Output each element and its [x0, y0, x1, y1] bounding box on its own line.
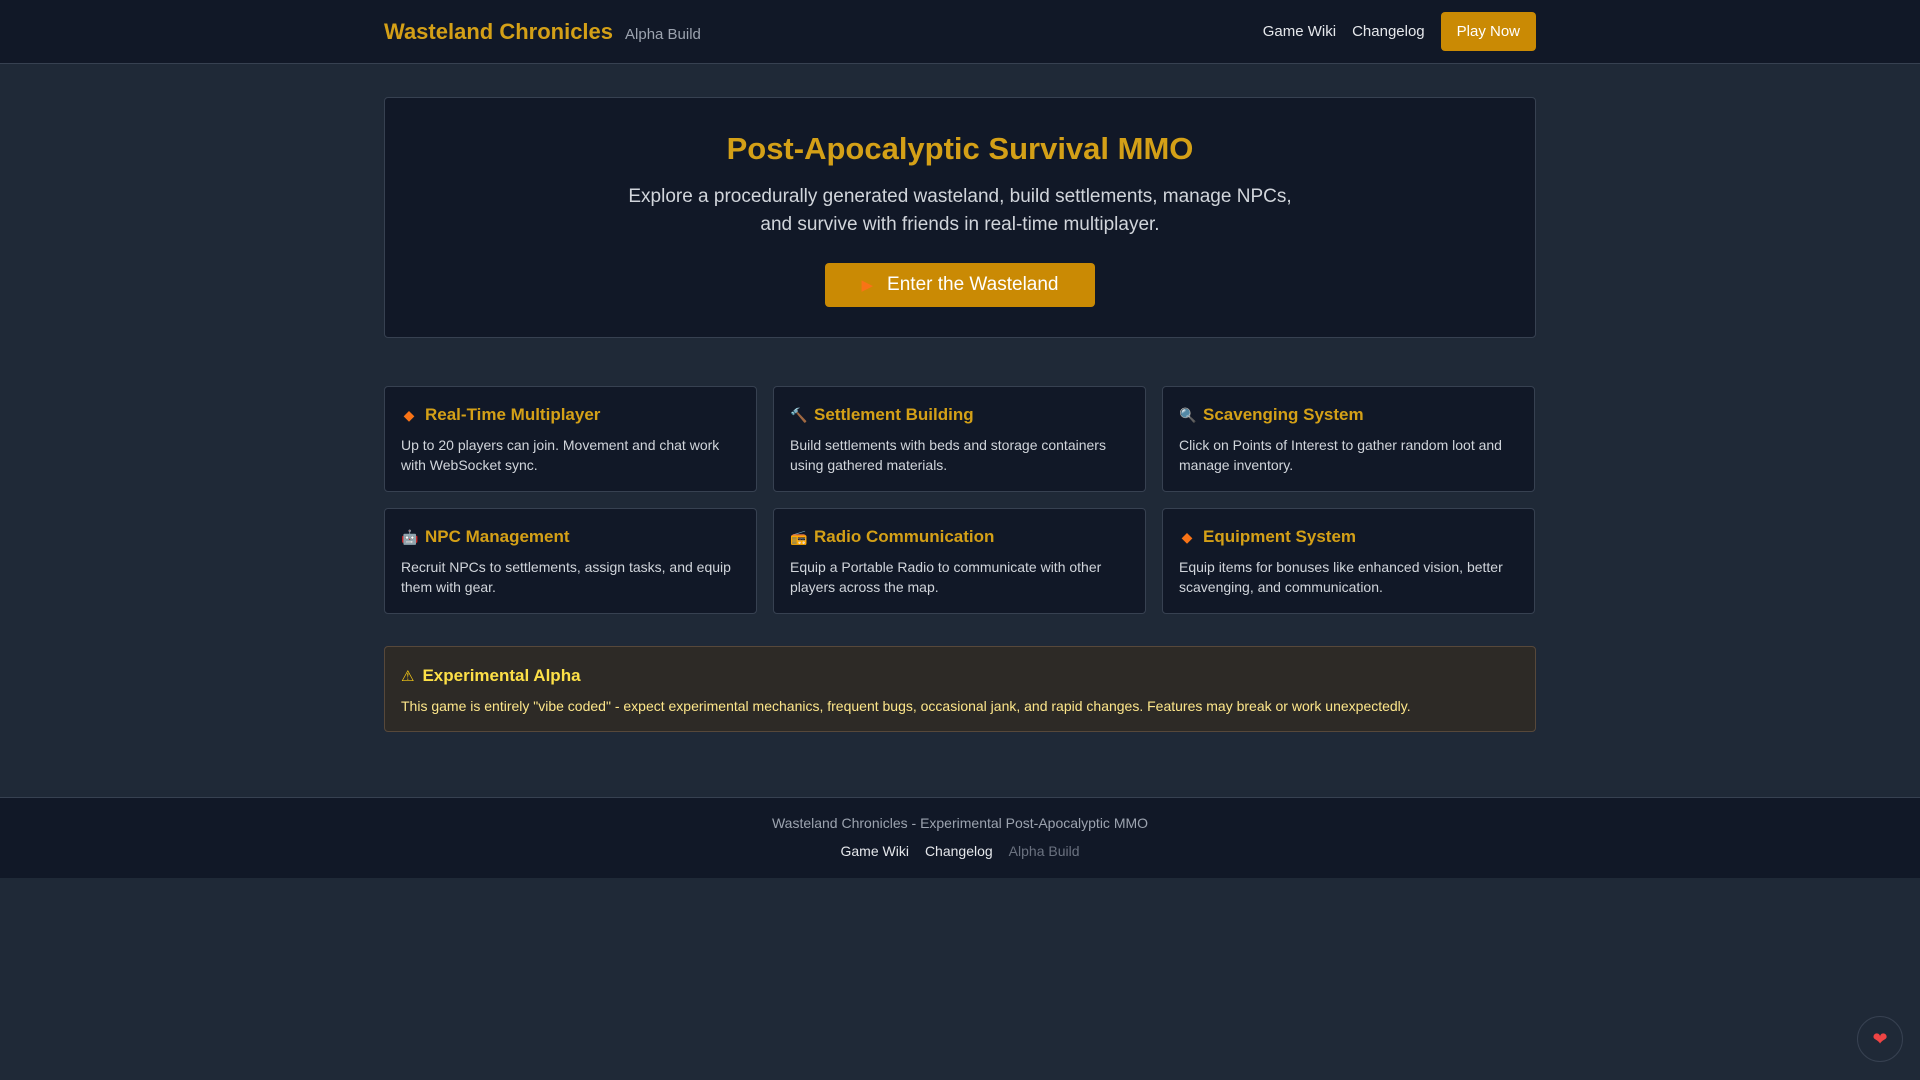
- feature-card-radio: 📻 Radio Communication Equip a Portable R…: [773, 508, 1146, 614]
- nav-link-changelog[interactable]: Changelog: [1352, 23, 1425, 40]
- footer-build-label: Alpha Build: [1008, 843, 1080, 859]
- brand-title[interactable]: Wasteland Chronicles: [384, 19, 613, 45]
- experimental-alert: ⚠ Experimental Alpha This game is entire…: [384, 646, 1536, 732]
- nav-links: Game Wiki Changelog Play Now: [1263, 12, 1536, 51]
- heart-button[interactable]: ❤: [1857, 1016, 1903, 1062]
- feature-card-multiplayer: ◆ Real-Time Multiplayer Up to 20 players…: [384, 386, 757, 492]
- hero-description-line-2: and survive with friends in real-time mu…: [760, 214, 1160, 235]
- feature-title: Settlement Building: [814, 405, 974, 424]
- play-now-button[interactable]: Play Now: [1440, 12, 1536, 51]
- footer-link-game-wiki[interactable]: Game Wiki: [840, 843, 908, 859]
- feature-card-header: ◆ Equipment System: [1179, 527, 1518, 547]
- hammer-icon: 🔨: [790, 406, 808, 423]
- feature-description: Recruit NPCs to settlements, assign task…: [401, 559, 731, 595]
- play-icon: ▶: [861, 277, 874, 294]
- brand-subtitle: Alpha Build: [625, 25, 701, 43]
- warning-icon: ⚠: [401, 668, 415, 685]
- alert-title: Experimental Alpha: [422, 666, 581, 685]
- magnifier-icon: 🔍: [1179, 406, 1197, 423]
- diamond-icon: ◆: [1181, 528, 1193, 545]
- main-content: Post-Apocalyptic Survival MMO Explore a …: [384, 97, 1536, 732]
- feature-title: Equipment System: [1203, 527, 1357, 546]
- feature-description: Equip a Portable Radio to communicate wi…: [790, 559, 1102, 595]
- heart-icon: ❤: [1872, 1028, 1888, 1049]
- feature-description: Click on Points of Interest to gather ra…: [1179, 437, 1502, 473]
- features-grid: ◆ Real-Time Multiplayer Up to 20 players…: [384, 386, 1536, 614]
- alert-description: This game is entirely "vibe coded" - exp…: [401, 698, 1411, 714]
- feature-card-header: 🔍 Scavenging System: [1179, 405, 1518, 425]
- radio-icon: 📻: [790, 528, 808, 545]
- enter-wasteland-label: Enter the Wasteland: [887, 274, 1059, 295]
- robot-icon: 🤖: [401, 528, 419, 545]
- hero-description-line-1: Explore a procedurally generated wastela…: [628, 186, 1292, 207]
- diamond-icon: ◆: [403, 406, 415, 423]
- feature-card-header: 🤖 NPC Management: [401, 527, 740, 547]
- footer: Wasteland Chronicles - Experimental Post…: [0, 797, 1920, 878]
- feature-description: Up to 20 players can join. Movement and …: [401, 437, 720, 473]
- navbar-inner: Wasteland Chronicles Alpha Build Game Wi…: [384, 12, 1536, 51]
- brand: Wasteland Chronicles Alpha Build: [384, 19, 701, 45]
- top-navbar: Wasteland Chronicles Alpha Build Game Wi…: [0, 0, 1920, 64]
- hero-panel: Post-Apocalyptic Survival MMO Explore a …: [384, 97, 1536, 338]
- feature-card-header: 📻 Radio Communication: [790, 527, 1129, 547]
- feature-description: Equip items for bonuses like enhanced vi…: [1179, 559, 1503, 595]
- feature-card-npc: 🤖 NPC Management Recruit NPCs to settlem…: [384, 508, 757, 614]
- enter-wasteland-button[interactable]: ▶ Enter the Wasteland: [825, 263, 1095, 307]
- feature-card-header: ◆ Real-Time Multiplayer: [401, 405, 740, 425]
- feature-card-header: 🔨 Settlement Building: [790, 405, 1129, 425]
- footer-link-changelog[interactable]: Changelog: [925, 843, 993, 859]
- feature-title: NPC Management: [425, 527, 570, 546]
- footer-tagline: Wasteland Chronicles - Experimental Post…: [771, 815, 1149, 831]
- alert-header: ⚠ Experimental Alpha: [401, 666, 1519, 686]
- nav-link-game-wiki[interactable]: Game Wiki: [1263, 23, 1336, 40]
- feature-title: Scavenging System: [1203, 405, 1364, 424]
- feature-card-equipment: ◆ Equipment System Equip items for bonus…: [1162, 508, 1535, 614]
- feature-card-scavenging: 🔍 Scavenging System Click on Points of I…: [1162, 386, 1535, 492]
- feature-title: Real-Time Multiplayer: [425, 405, 601, 424]
- footer-links: Game Wiki Changelog Alpha Build: [0, 843, 1920, 859]
- feature-title: Radio Communication: [814, 527, 995, 546]
- feature-card-settlement: 🔨 Settlement Building Build settlements …: [773, 386, 1146, 492]
- hero-title: Post-Apocalyptic Survival MMO: [726, 131, 1194, 166]
- hero-description: Explore a procedurally generated wastela…: [385, 183, 1535, 239]
- feature-description: Build settlements with beds and storage …: [790, 437, 1106, 473]
